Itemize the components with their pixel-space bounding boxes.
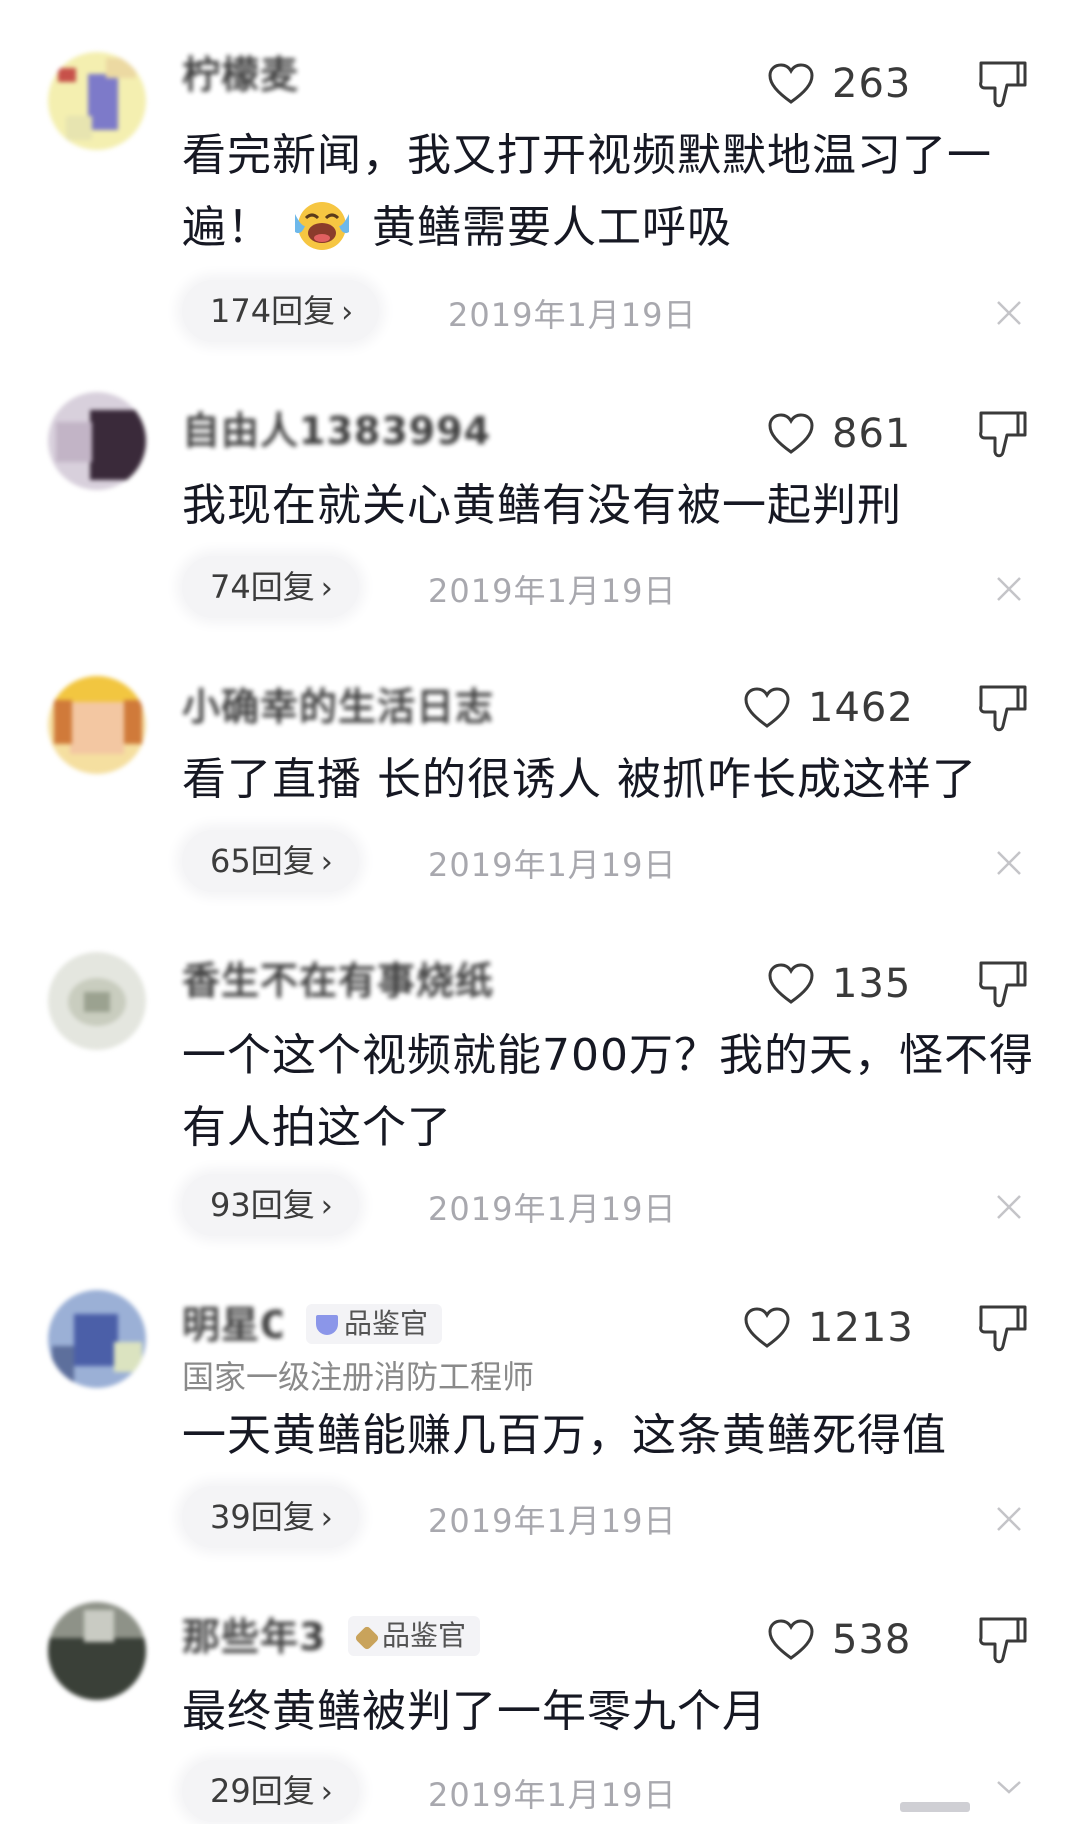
comment-text-tail: 黄鳝需要人工呼吸 [372, 202, 732, 253]
comment-date: 2019年1月19日 [448, 296, 697, 334]
thumbs-down-outline-icon [979, 411, 1027, 458]
role-badge: 品鉴官 [306, 1304, 443, 1344]
reply-count: 29回复 [210, 1772, 315, 1810]
comment-text: 一天黄鳝能赚几百万，这条黄鳝死得值 [182, 1410, 947, 1461]
heart-outline-icon [768, 63, 814, 104]
chevron-right-icon: › [320, 1189, 333, 1224]
comment-date: 2019年1月19日 [428, 1190, 677, 1228]
like-count: 263 [832, 61, 912, 107]
username[interactable]: 小确幸的生活日志 [182, 686, 494, 728]
chevron-right-icon: › [320, 1775, 333, 1810]
thumbs-down-outline-icon [979, 1305, 1027, 1352]
badge-icon [316, 1315, 338, 1335]
dislike-button[interactable] [978, 408, 1028, 464]
thumbs-down-outline-icon [979, 1617, 1027, 1664]
thumbs-down-outline-icon [979, 685, 1027, 732]
like-count: 1462 [808, 685, 914, 731]
comment-text: 最终黄鳝被判了一年零九个月 [182, 1686, 767, 1737]
badge-label: 品鉴官 [344, 1307, 429, 1340]
badge-label: 品鉴官 [382, 1619, 467, 1652]
chevron-right-icon: › [320, 845, 333, 880]
badge-icon [354, 1625, 380, 1651]
username[interactable]: 香生不在有事烧纸 [182, 960, 494, 1002]
replies-button[interactable]: 174回复 › [182, 280, 380, 342]
like-count: 135 [832, 961, 912, 1007]
heart-outline-icon [744, 687, 790, 728]
reply-count: 93回复 [210, 1186, 315, 1224]
comment-date: 2019年1月19日 [428, 572, 677, 610]
like-button[interactable]: 538 [768, 1612, 911, 1668]
reply-count: 174回复 [210, 292, 336, 330]
dislike-button[interactable] [978, 958, 1028, 1014]
comment-date: 2019年1月19日 [428, 846, 677, 884]
username[interactable]: 明星O [182, 1304, 282, 1346]
comment-text: 看完新闻，我又打开视频默默地温习了一遍！ 黄鳝需要人工呼吸 [182, 120, 1042, 264]
dislike-button[interactable] [978, 682, 1028, 738]
comment-text: 一个这个视频就能700万？我的天，怪不得有人拍这个了 [182, 1030, 1034, 1153]
scrollbar[interactable] [900, 1802, 970, 1812]
like-count: 1213 [808, 1305, 914, 1351]
reply-count: 74回复 [210, 568, 315, 606]
laughing-crying-emoji [291, 196, 353, 252]
replies-button[interactable]: 93回复 › [182, 1174, 359, 1236]
close-icon [997, 1507, 1021, 1531]
dislike-button[interactable] [978, 1302, 1028, 1358]
comment-date: 2019年1月19日 [428, 1776, 677, 1814]
like-button[interactable]: 263 [768, 56, 911, 112]
replies-button[interactable]: 74回复 › [182, 556, 359, 618]
replies-button[interactable]: 65回复 › [182, 830, 359, 892]
close-button[interactable] [992, 572, 1026, 606]
close-button[interactable] [992, 1502, 1026, 1536]
user-title: 国家一级注册消防工程师 [182, 1358, 535, 1396]
like-button[interactable]: 1462 [744, 680, 914, 736]
thumbs-down-outline-icon [979, 61, 1027, 108]
heart-outline-icon [768, 963, 814, 1004]
more-button[interactable] [992, 1770, 1026, 1804]
username[interactable]: 自由人1383994 [182, 410, 491, 452]
heart-outline-icon [768, 1619, 814, 1660]
reply-count: 39回复 [210, 1498, 315, 1536]
like-count: 861 [832, 411, 912, 457]
heart-outline-icon [768, 413, 814, 454]
comment-text: 我现在就关心黄鳝有没有被一起判刑 [182, 480, 902, 531]
close-button[interactable] [992, 296, 1026, 330]
like-button[interactable]: 1213 [744, 1300, 914, 1356]
like-button[interactable]: 135 [768, 956, 911, 1012]
like-count: 538 [832, 1617, 912, 1663]
avatar[interactable] [48, 1290, 146, 1388]
dislike-button[interactable] [978, 58, 1028, 114]
close-icon [997, 301, 1021, 325]
reply-count: 65回复 [210, 842, 315, 880]
close-button[interactable] [992, 1190, 1026, 1224]
avatar[interactable] [48, 52, 146, 150]
close-button[interactable] [992, 846, 1026, 880]
like-button[interactable]: 861 [768, 406, 911, 462]
avatar[interactable] [48, 676, 146, 774]
avatar[interactable] [48, 952, 146, 1050]
chevron-right-icon: › [320, 1501, 333, 1536]
close-icon [997, 851, 1021, 875]
replies-button[interactable]: 29回复 › [182, 1760, 359, 1822]
role-badge: 品鉴官 [348, 1616, 481, 1656]
thumbs-down-outline-icon [979, 961, 1027, 1008]
comment-text: 看了直播 长的很诱人 被抓咋长成这样了 [182, 754, 977, 805]
avatar[interactable] [48, 1602, 146, 1700]
close-icon [997, 577, 1021, 601]
username[interactable]: 那些年3 [182, 1616, 332, 1658]
heart-outline-icon [744, 1307, 790, 1348]
chevron-right-icon: › [341, 295, 354, 330]
dislike-button[interactable] [978, 1614, 1028, 1670]
username[interactable]: 柠檬麦 [182, 54, 299, 96]
avatar[interactable] [48, 392, 146, 490]
chevron-right-icon: › [320, 571, 333, 606]
replies-button[interactable]: 39回复 › [182, 1486, 359, 1548]
chevron-down-icon [997, 1781, 1021, 1794]
close-icon [997, 1195, 1021, 1219]
comment-date: 2019年1月19日 [428, 1502, 677, 1540]
